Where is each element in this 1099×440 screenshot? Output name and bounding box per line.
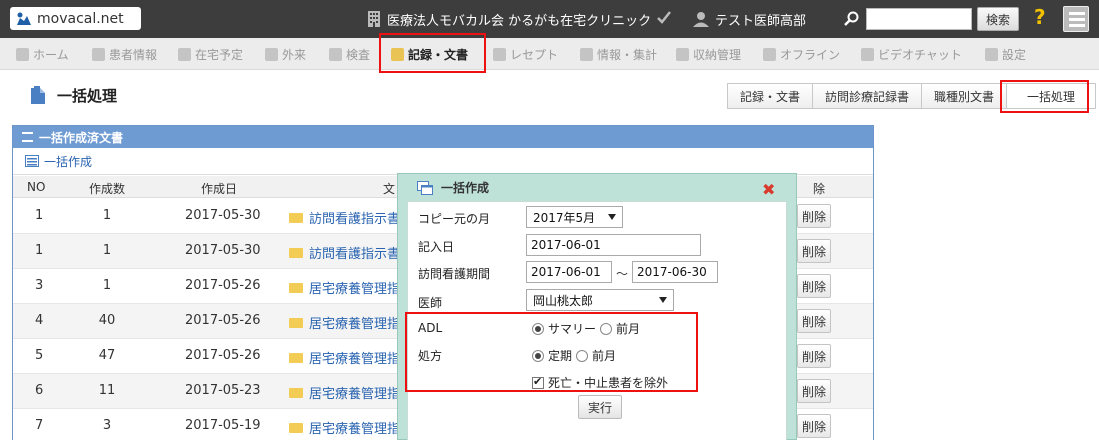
document-link[interactable]: 居宅療養管理指 <box>289 278 400 297</box>
main-nav: ホーム 患者情報 在宅予定 外来 検査 記録・文書 レセプト 情報・集計 収納管… <box>0 38 1099 70</box>
chart-icon <box>329 47 342 61</box>
nav-item-video-chat[interactable]: ビデオチャット <box>861 38 962 70</box>
logo-icon <box>16 12 32 26</box>
document-link[interactable]: 訪問看護指示書 <box>289 243 400 262</box>
video-icon <box>861 47 874 61</box>
page-title: 一括処理 <box>31 85 117 105</box>
search-button[interactable]: 検索 <box>977 7 1019 31</box>
doctor-select[interactable]: 岡山桃太郎 <box>526 289 674 311</box>
document-link[interactable]: 居宅療養管理指 <box>289 348 400 367</box>
user-icon <box>693 12 709 27</box>
book-icon <box>580 47 593 61</box>
logo[interactable]: movacal.net <box>10 7 141 30</box>
nav-item-home[interactable]: ホーム <box>16 38 69 70</box>
execute-button[interactable]: 実行 <box>578 395 622 419</box>
home-icon <box>16 47 29 61</box>
document-link[interactable]: 居宅療養管理指 <box>289 383 400 402</box>
chevron-down-icon <box>659 297 667 303</box>
nav-item-home-visit[interactable]: 在宅予定 <box>178 38 243 70</box>
dialog-header: 一括作成 <box>398 174 796 201</box>
panel-toolbar: 一括作成 <box>13 148 873 175</box>
user-name: テスト医師高部 <box>715 13 807 29</box>
nav-item-outpatient[interactable]: 外来 <box>265 38 306 70</box>
delete-button[interactable]: 削除 <box>797 274 831 298</box>
tab-role-documents[interactable]: 職種別文書 <box>921 83 1008 109</box>
tab-visit-records[interactable]: 訪問診療記録書 <box>812 83 923 109</box>
tab-records[interactable]: 記録・文書 <box>727 83 814 109</box>
delete-button[interactable]: 削除 <box>797 309 831 333</box>
folder-icon <box>289 317 303 328</box>
panel-header: 一括作成済文書 <box>13 126 873 148</box>
folder-icon <box>289 247 303 258</box>
clinic-label: 医療法人モバカル会 かるがも在宅クリニック <box>387 13 652 29</box>
receipt-icon <box>493 47 506 61</box>
check-icon[interactable] <box>656 9 672 28</box>
copy-month-select[interactable]: 2017年5月 <box>526 206 623 228</box>
col-count: 作成数 <box>89 182 126 196</box>
nav-item-receipt[interactable]: レセプト <box>493 38 558 70</box>
logo-text: movacal.net <box>37 10 124 27</box>
clock-icon <box>178 47 191 61</box>
nav-item-reports[interactable]: 情報・集計 <box>580 38 657 70</box>
options-highlight-box <box>405 312 698 392</box>
nav-item-billing[interactable]: 収納管理 <box>676 38 741 70</box>
search-icon <box>844 11 859 29</box>
folder-icon <box>289 387 303 398</box>
entry-date-label: 記入日 <box>418 240 455 254</box>
col-no: NO <box>27 180 46 194</box>
tag-icon <box>676 47 689 61</box>
period-to-input[interactable] <box>632 261 718 283</box>
col-document: 文 <box>383 182 396 196</box>
folder-icon <box>289 212 303 223</box>
clinic-name[interactable]: 医療法人モバカル会 かるがも在宅クリニック <box>368 9 651 29</box>
gear-icon <box>985 47 998 61</box>
nav-highlight-box <box>379 33 486 73</box>
help-icon[interactable]: ? <box>1034 5 1046 29</box>
tab-highlight-box <box>1000 80 1089 113</box>
nav-item-patients[interactable]: 患者情報 <box>92 38 157 70</box>
visit-period-label: 訪問看護期間 <box>418 267 491 281</box>
window-icon <box>417 180 433 195</box>
col-date: 作成日 <box>201 182 238 196</box>
delete-button[interactable]: 削除 <box>797 344 831 368</box>
folder-icon <box>289 282 303 293</box>
nav-item-offline[interactable]: オフライン <box>763 38 840 70</box>
plug-icon <box>763 47 776 61</box>
doctor-label: 医師 <box>418 296 443 310</box>
delete-button[interactable]: 削除 <box>797 414 831 438</box>
copy-month-label: コピー元の月 <box>418 212 491 226</box>
period-separator: ～ <box>616 267 629 281</box>
close-icon[interactable]: ✖ <box>762 180 775 199</box>
chevron-down-icon <box>608 214 616 220</box>
folder-icon <box>289 422 303 433</box>
delete-button[interactable]: 削除 <box>797 379 831 403</box>
col-delete: 除 <box>813 182 826 196</box>
entry-date-input[interactable] <box>526 234 701 256</box>
delete-button[interactable]: 削除 <box>797 239 831 263</box>
patients-icon <box>92 47 105 61</box>
person-icon <box>265 47 278 61</box>
hamburger-menu-icon[interactable] <box>1063 6 1089 32</box>
delete-button[interactable]: 削除 <box>797 204 831 228</box>
nav-item-settings[interactable]: 設定 <box>985 38 1026 70</box>
folder-icon <box>289 352 303 363</box>
list-icon <box>22 132 33 142</box>
nav-item-tests[interactable]: 検査 <box>329 38 370 70</box>
bulk-create-link[interactable]: 一括作成 <box>25 153 92 170</box>
period-from-input[interactable] <box>526 261 612 283</box>
document-link[interactable]: 居宅療養管理指 <box>289 313 400 332</box>
building-icon <box>368 11 380 27</box>
search-input[interactable] <box>866 8 972 30</box>
document-link[interactable]: 訪問看護指示書 <box>289 208 400 227</box>
document-icon <box>31 86 45 104</box>
top-bar: movacal.net 医療法人モバカル会 かるがも在宅クリニック テスト医師高… <box>0 0 1099 38</box>
list-create-icon <box>25 155 39 167</box>
user-menu[interactable]: テスト医師高部 <box>693 9 806 29</box>
